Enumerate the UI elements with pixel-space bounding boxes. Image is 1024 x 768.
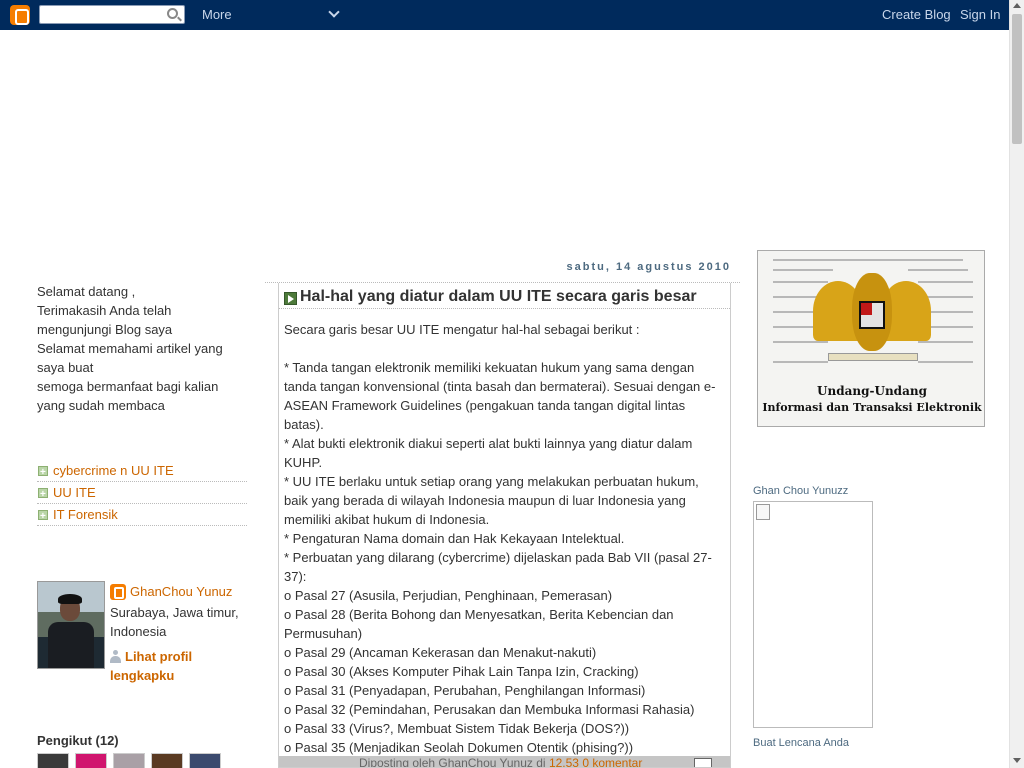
follower-avatar[interactable] bbox=[75, 753, 107, 768]
image-caption-title: Undang-Undang bbox=[817, 384, 927, 398]
create-badge-link[interactable]: Buat Lencana Anda bbox=[753, 737, 849, 749]
post-line: batas). bbox=[284, 417, 324, 432]
post-line: o Pasal 30 (Akses Komputer Pihak Lain Ta… bbox=[284, 664, 639, 679]
post-line: * UU ITE berlaku untuk setiap orang yang… bbox=[284, 474, 699, 489]
welcome-line: saya buat bbox=[37, 360, 94, 375]
uu-ite-header-image: Undang-Undang Informasi dan Transaksi El… bbox=[757, 250, 985, 427]
email-post-icon[interactable] bbox=[694, 758, 712, 767]
blogger-navbar: More Create Blog Sign In bbox=[0, 0, 1009, 30]
sign-in-link[interactable]: Sign In bbox=[960, 7, 1000, 22]
follower-avatar[interactable] bbox=[151, 753, 183, 768]
posted-by-text: Diposting oleh GhanChou Yunuz di bbox=[359, 756, 546, 768]
label-text[interactable]: UU ITE bbox=[53, 485, 96, 500]
search-input[interactable] bbox=[39, 5, 185, 24]
post-title-row: Hal-hal yang diatur dalam UU ITE secara … bbox=[279, 283, 730, 309]
post-line: ASEAN Framework Guidelines (pengakuan ta… bbox=[284, 398, 686, 413]
chevron-down-icon[interactable] bbox=[328, 6, 340, 18]
post-line: 37): bbox=[284, 569, 307, 584]
profile-name-link[interactable]: GhanChou Yunuz bbox=[130, 584, 232, 599]
image-caption-subtitle: Informasi dan Transaksi Elektronik bbox=[762, 401, 982, 414]
post-footer: Diposting oleh GhanChou Yunuz di 12.53 0… bbox=[279, 756, 730, 768]
post-date-header: sabtu, 14 agustus 2010 bbox=[265, 261, 740, 283]
arrow-right-icon bbox=[284, 292, 297, 305]
blogger-logo-icon[interactable] bbox=[10, 5, 30, 25]
post-line: baik yang berada di wilayah Indonesia ma… bbox=[284, 493, 686, 508]
plus-bullet-icon bbox=[38, 462, 48, 483]
profile-photo[interactable] bbox=[37, 581, 105, 669]
welcome-line: Selamat memahami artikel yang bbox=[37, 341, 223, 356]
post-line: o Pasal 31 (Penyadapan, Perubahan, Pengh… bbox=[284, 683, 646, 698]
comments-link[interactable]: 0 komentar bbox=[582, 756, 642, 767]
welcome-line: Terimakasih Anda telah bbox=[37, 303, 172, 318]
garuda-banner bbox=[828, 353, 918, 361]
post-line: o Pasal 27 (Asusila, Perjudian, Penghina… bbox=[284, 588, 613, 603]
post-line: tanda tangan konvensional (tinta basah d… bbox=[284, 379, 716, 394]
post-line: o Pasal 32 (Pemindahan, Perusakan dan Me… bbox=[284, 702, 695, 717]
post-line: * Tanda tangan elektronik memiliki kekua… bbox=[284, 360, 695, 375]
post-footer-text: Diposting oleh GhanChou Yunuz di 12.53 0… bbox=[359, 756, 642, 768]
scroll-up-arrow-icon[interactable] bbox=[1013, 3, 1021, 8]
follower-avatar[interactable] bbox=[113, 753, 145, 768]
plus-bullet-icon bbox=[38, 484, 48, 505]
badge-title-link[interactable]: Ghan Chou Yunuzz bbox=[753, 485, 848, 497]
blog-post: Hal-hal yang diatur dalam UU ITE secara … bbox=[278, 283, 731, 768]
post-line: * Pengaturan Nama domain dan Hak Kekayaa… bbox=[284, 531, 625, 546]
follower-avatar[interactable] bbox=[37, 753, 69, 768]
scrollbar-thumb[interactable] bbox=[1012, 14, 1022, 144]
welcome-line: Selamat datang , bbox=[37, 284, 136, 299]
welcome-line: mengunjungi Blog saya bbox=[37, 322, 173, 337]
post-line: o Pasal 28 (Berita Bohong dan Menyesatka… bbox=[284, 607, 674, 622]
search-icon[interactable] bbox=[167, 8, 178, 19]
post-time-link[interactable]: 12.53 bbox=[549, 756, 579, 767]
page-scrollbar[interactable] bbox=[1009, 0, 1024, 768]
label-text[interactable]: IT Forensik bbox=[53, 507, 118, 522]
post-line: KUHP. bbox=[284, 455, 323, 470]
more-menu-button[interactable]: More bbox=[202, 7, 232, 22]
post-line: o Pasal 29 (Ancaman Kekerasan dan Menaku… bbox=[284, 645, 597, 660]
label-item-cybercrime[interactable]: cybercrime n UU ITE bbox=[37, 460, 247, 483]
broken-image-icon bbox=[756, 504, 770, 520]
create-blog-link[interactable]: Create Blog bbox=[882, 7, 951, 22]
post-body: Secara garis besar UU ITE mengatur hal-h… bbox=[284, 320, 724, 757]
label-item-it-forensik[interactable]: IT Forensik bbox=[37, 504, 247, 527]
label-text[interactable]: cybercrime n UU ITE bbox=[53, 463, 174, 478]
post-line: o Pasal 35 (Menjadikan Seolah Dokumen Ot… bbox=[284, 740, 634, 755]
badge-image[interactable] bbox=[753, 501, 873, 728]
profile-location: Surabaya, Jawa timur, Indonesia bbox=[110, 605, 239, 639]
post-line: * Perbuatan yang dilarang (cybercrime) d… bbox=[284, 550, 712, 565]
full-profile-link[interactable]: Lihat profil lengkapku bbox=[110, 647, 220, 685]
post-title[interactable]: Hal-hal yang diatur dalam UU ITE secara … bbox=[300, 288, 697, 306]
post-line bbox=[284, 339, 724, 358]
label-item-uu-ite[interactable]: UU ITE bbox=[37, 482, 247, 505]
label-list: cybercrime n UU ITE UU ITE IT Forensik bbox=[37, 460, 247, 527]
welcome-text: Selamat datang , Terimakasih Anda telah … bbox=[37, 282, 247, 415]
followers-title: Pengikut (12) bbox=[37, 733, 119, 748]
post-line: Permusuhan) bbox=[284, 626, 363, 641]
scroll-down-arrow-icon[interactable] bbox=[1013, 758, 1021, 763]
welcome-line: yang sudah membaca bbox=[37, 398, 165, 413]
post-line: Secara garis besar UU ITE mengatur hal-h… bbox=[284, 322, 640, 337]
post-line: o Pasal 33 (Virus?, Membuat Sistem Tidak… bbox=[284, 721, 630, 736]
follower-avatar[interactable] bbox=[189, 753, 221, 768]
blogger-profile-icon bbox=[110, 584, 126, 600]
welcome-line: semoga bermanfaat bagi kalian bbox=[37, 379, 219, 394]
plus-bullet-icon bbox=[38, 506, 48, 527]
post-line: memiliki akibat hukum di Indonesia. bbox=[284, 512, 490, 527]
post-line: * Alat bukti elektronik diakui seperti a… bbox=[284, 436, 693, 451]
